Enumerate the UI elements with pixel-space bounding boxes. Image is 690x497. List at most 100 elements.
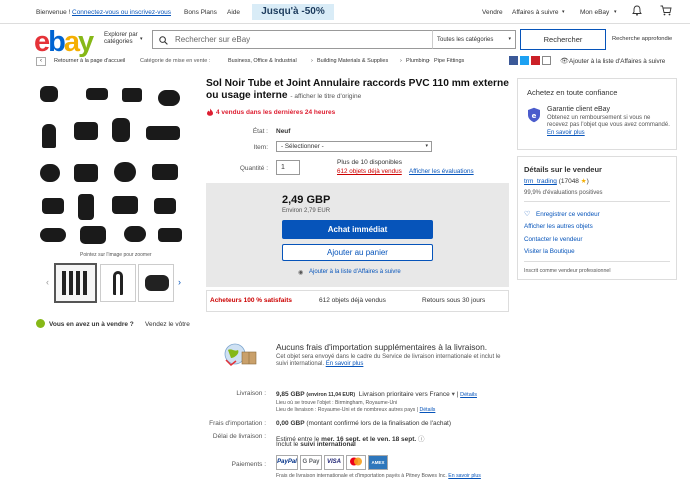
heart-icon: ♡ — [524, 211, 531, 218]
add-to-cart-button[interactable]: Ajouter au panier — [282, 244, 433, 261]
main-product-image[interactable] — [36, 78, 188, 246]
watchlist-link[interactable]: Affaires à suivre — [512, 9, 558, 16]
fitting-image — [152, 164, 178, 180]
confidence-title: Achetez en toute confiance — [527, 88, 618, 97]
thumbnail-image — [62, 271, 90, 295]
seller-items-link[interactable]: Afficher les autres objets — [524, 223, 593, 230]
import-fees-value: 0,00 GBP — [276, 420, 305, 427]
show-original-title[interactable]: - afficher le titre d'origine — [290, 93, 361, 100]
guarantee-learn-more[interactable]: En savoir plus — [547, 130, 585, 136]
thumbnail-image — [113, 271, 123, 295]
thumbnail-3[interactable] — [138, 264, 174, 302]
item-price-approx: Environ 2,79 EUR — [282, 208, 331, 214]
signin-link[interactable]: Connectez-vous ou inscrivez-vous — [72, 9, 171, 16]
shield-icon: e — [527, 107, 541, 123]
sell-yours-link[interactable]: Vendez le vôtre — [145, 321, 190, 328]
visa-icon: VISA — [324, 455, 344, 470]
top-nav-bar: Bienvenue ! Connectez-vous ou inscrivez-… — [0, 0, 690, 24]
save-seller-link[interactable]: Enregistrer ce vendeur — [536, 211, 600, 218]
import-fees-note: (montant confirmé lors de la finalisatio… — [306, 420, 452, 427]
paypal-icon: PayPal — [276, 455, 298, 470]
my-ebay-link[interactable]: Mon eBay — [580, 9, 609, 16]
quantity-input[interactable]: 1 — [276, 160, 300, 175]
info-icon[interactable]: ⓘ — [418, 436, 425, 443]
variant-label: Item: — [253, 144, 268, 151]
sold-recent-badge: 4 vendus dans les dernières 24 heures — [216, 109, 336, 116]
chevron-down-icon: ▾ — [140, 36, 143, 42]
contact-seller-link[interactable]: Contacter le vendeur — [524, 236, 582, 243]
breadcrumb-item[interactable]: Building Materials & Supplies — [317, 58, 388, 64]
category-select[interactable]: Toutes les catégories ▾ — [432, 30, 516, 49]
delivery-to: Lieu de livraison : Royaume-Uni et de no… — [276, 407, 419, 413]
deals-link[interactable]: Bons Plans — [184, 9, 217, 16]
seller-store-link[interactable]: Visiter la Boutique — [524, 248, 575, 255]
category-select-value: Toutes les catégories — [437, 37, 494, 43]
fitting-image — [154, 198, 176, 214]
breadcrumb-item[interactable]: Pipe Fittings — [434, 58, 464, 64]
ebay-logo[interactable]: ebay — [34, 26, 94, 59]
sell-link[interactable]: Vendre — [482, 9, 503, 16]
back-arrow-icon[interactable]: ‹ — [36, 57, 46, 66]
import-text-body: Cet objet sera envoyé dans le cadre du S… — [276, 354, 501, 368]
breadcrumb-item[interactable]: Plumbing — [406, 58, 429, 64]
payments-label: Paiements : — [231, 461, 266, 468]
globe-package-icon — [222, 340, 258, 368]
sold-count-link[interactable]: 612 objets déjà vendus — [337, 168, 402, 175]
chevron-down-icon: ▾ — [451, 391, 455, 398]
sell-question: Vous en avez un à vendre ? — [49, 321, 134, 328]
facebook-icon[interactable] — [509, 56, 518, 65]
import-learn-more[interactable]: En savoir plus — [326, 361, 364, 367]
promo-banner[interactable]: Jusqu'à -50% — [252, 4, 334, 20]
item-price: 2,49 GBP — [282, 194, 331, 206]
chevron-down-icon: ▾ — [614, 9, 617, 15]
search-button[interactable]: Rechercher — [520, 29, 606, 50]
eta-tracking-row: Inclut le suivi international — [276, 441, 356, 448]
search-placeholder: Rechercher sur eBay — [175, 35, 251, 44]
eta-includes: Inclut le — [276, 441, 299, 448]
business-seller-note: Inscrit comme vendeur professionnel — [524, 268, 611, 274]
category-prefix: Catégorie de mise en vente : — [140, 58, 211, 64]
breadcrumb-item[interactable]: Business, Office & Industrial — [228, 58, 297, 64]
help-link[interactable]: Aide — [227, 9, 240, 16]
pinterest-icon[interactable] — [531, 56, 540, 65]
guarantee-text: Obtenez un remboursement si vous ne rece… — [547, 115, 672, 137]
buy-now-button[interactable]: Achat immédiat — [282, 220, 433, 239]
prev-arrow-icon[interactable]: ‹ — [46, 277, 49, 287]
delivery-to-details-link[interactable]: Détails — [420, 407, 436, 413]
quantity-label: Quantité : — [239, 165, 268, 172]
thumbnail-2[interactable] — [100, 264, 136, 302]
fitting-image — [112, 196, 138, 214]
delivery-service: Livraison prioritaire vers France — [358, 391, 450, 398]
cart-icon[interactable] — [660, 5, 672, 18]
delivery-details-link[interactable]: Détails — [460, 392, 477, 398]
chevron-down-icon: ▾ — [562, 9, 565, 15]
reviews-link[interactable]: Afficher les évaluations — [409, 168, 474, 175]
breadcrumb-separator: › — [400, 58, 402, 64]
bell-icon[interactable] — [632, 5, 642, 18]
amex-icon: AMEX — [368, 455, 388, 470]
next-arrow-icon[interactable]: › — [178, 277, 181, 287]
fitting-image — [40, 164, 60, 182]
fitting-image — [40, 228, 66, 242]
buyer-protection-box: Achetez en toute confiance e Garantie cl… — [517, 78, 677, 150]
email-share-icon[interactable] — [542, 56, 551, 65]
advanced-search-link[interactable]: Recherche approfondie — [612, 36, 672, 42]
import-title: Aucuns frais d'importation supplémentair… — [276, 342, 488, 352]
seller-box-title: Détails sur le vendeur — [524, 165, 602, 174]
item-stats-bar: Acheteurs 100 % satisfaits 612 objets dé… — [206, 290, 509, 312]
thumbnail-1[interactable] — [54, 263, 97, 303]
thumbnail-image — [145, 275, 169, 291]
seller-info-box: Détails sur le vendeur trm_trading (1704… — [517, 156, 677, 280]
variant-select[interactable]: - Sélectionner - ▾ — [276, 141, 432, 152]
watchlist-add-link[interactable]: Ajouter à la liste d'Affaires à suivre — [569, 58, 665, 65]
guarantee-text-body: Obtenez un remboursement si vous ne rece… — [547, 115, 670, 129]
twitter-icon[interactable] — [520, 56, 529, 65]
seller-name-link[interactable]: trm_trading — [524, 178, 557, 185]
back-home-link[interactable]: Retourner à la page d'accueil — [54, 58, 125, 64]
add-watchlist-link[interactable]: Ajouter à la liste d'Affaires à suivre — [309, 269, 401, 275]
fitting-image — [114, 162, 136, 182]
svg-text:e: e — [532, 112, 537, 120]
fitting-image — [158, 90, 180, 106]
payment-learn-more[interactable]: En savoir plus — [448, 473, 481, 479]
greeting-text: Bienvenue ! — [36, 9, 71, 16]
